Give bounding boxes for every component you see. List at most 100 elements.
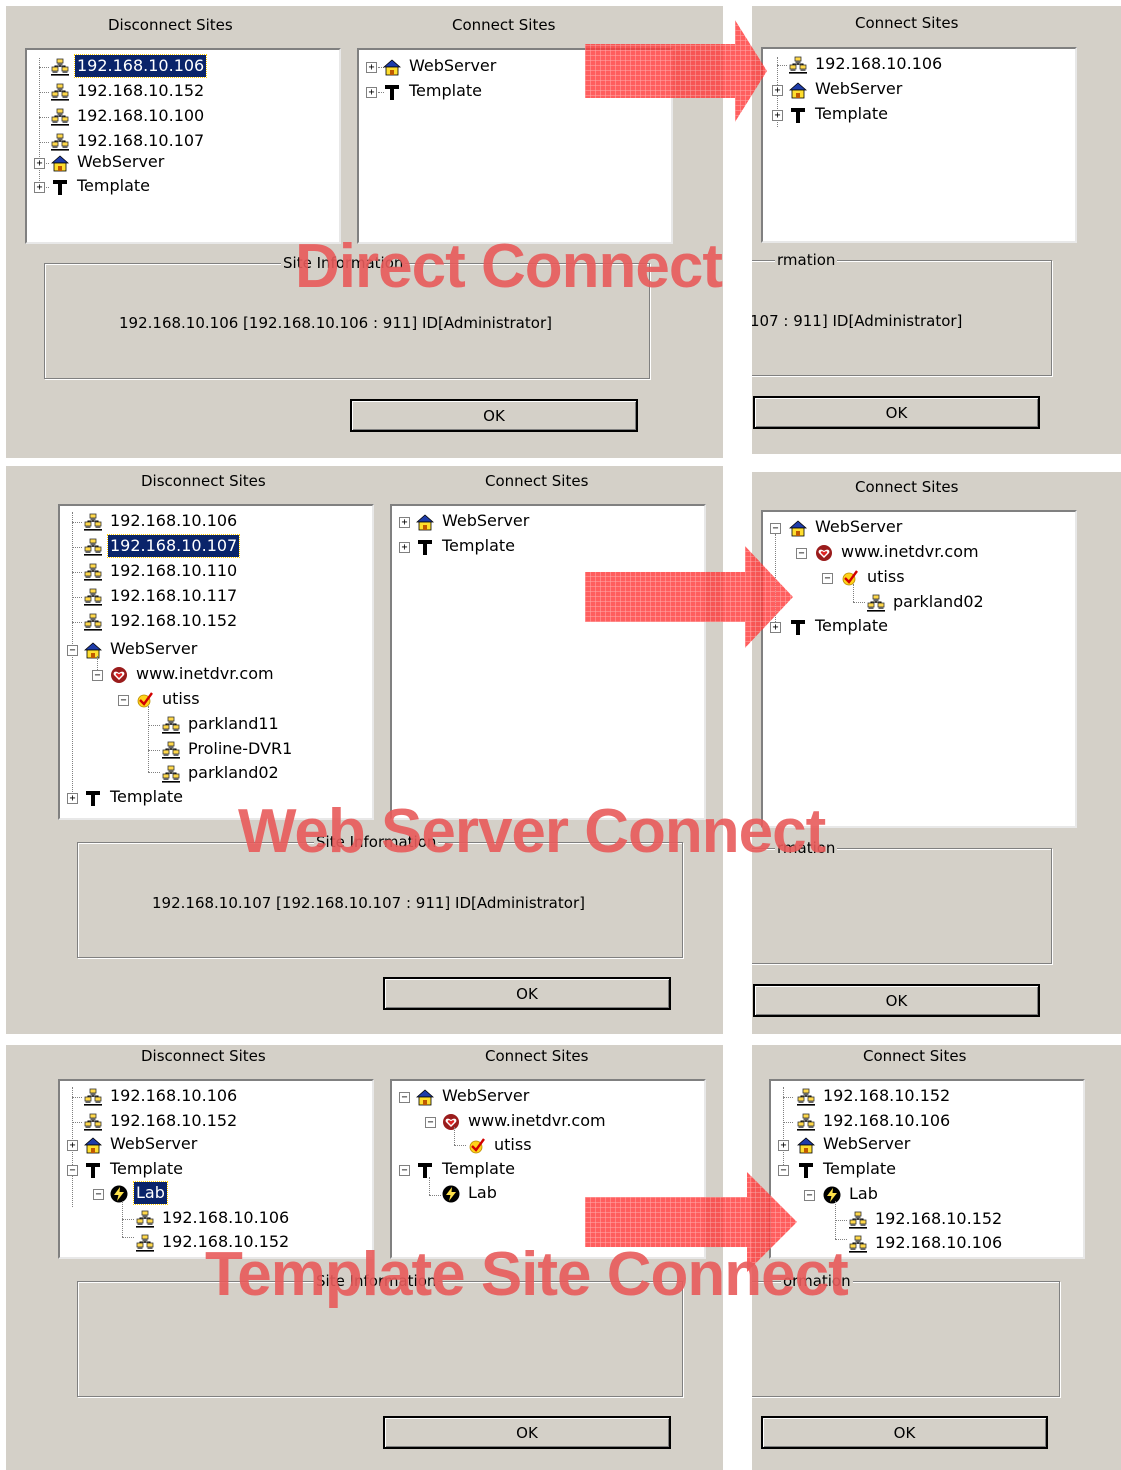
site-information-group: rmation 107 : 911] ID[Administrator] (752, 251, 1052, 376)
computer-network-icon (84, 588, 102, 606)
ok-button[interactable]: OK (350, 399, 638, 432)
collapse-icon[interactable]: − (425, 1117, 436, 1128)
expand-icon[interactable]: + (772, 110, 783, 121)
letter-t-icon (84, 789, 102, 807)
site-information-text: 192.168.10.106 [192.168.10.106 : 911] ID… (119, 314, 552, 332)
computer-network-icon (867, 594, 885, 612)
expand-icon[interactable]: + (399, 517, 410, 528)
dialog-webserver-right: Connect Sites − WebServer − www.inetdvr.… (752, 472, 1121, 1034)
expand-icon[interactable]: + (366, 62, 377, 73)
computer-network-icon (849, 1211, 867, 1229)
disconnect-sites-label: Disconnect Sites (141, 472, 266, 490)
connect-sites-label: Connect Sites (452, 16, 556, 34)
checkmark-icon (468, 1137, 486, 1155)
direct-connect-caption: Direct Connect (295, 232, 723, 301)
house-icon (84, 1136, 102, 1154)
letter-t-icon (797, 1161, 815, 1179)
computer-network-icon (789, 56, 807, 74)
checkmark-icon (841, 569, 859, 587)
house-icon (383, 58, 401, 76)
computer-network-icon (84, 513, 102, 531)
heart-icon (815, 544, 833, 562)
ok-button[interactable]: OK (383, 977, 671, 1010)
computer-network-icon (84, 563, 102, 581)
collapse-icon[interactable]: − (796, 548, 807, 559)
expand-icon[interactable]: + (67, 793, 78, 804)
house-icon (51, 154, 69, 172)
expand-icon[interactable]: + (34, 158, 45, 169)
letter-t-icon (789, 106, 807, 124)
right-arrow-icon (585, 20, 767, 122)
connect-sites-label: Connect Sites (485, 1047, 589, 1065)
collapse-icon[interactable]: − (118, 695, 129, 706)
site-information-label: rmation (775, 251, 838, 269)
connect-sites-label: Connect Sites (855, 14, 959, 32)
computer-network-icon (84, 613, 102, 631)
template-site-connect-caption: Template Site Connect (205, 1240, 849, 1309)
collapse-icon[interactable]: − (822, 573, 833, 584)
computer-network-icon (84, 1113, 102, 1131)
computer-network-icon (84, 1088, 102, 1106)
collapse-icon[interactable]: − (92, 670, 103, 681)
house-icon (797, 1136, 815, 1154)
connect-sites-label: Connect Sites (485, 472, 589, 490)
expand-icon[interactable]: + (34, 182, 45, 193)
right-arrow-icon (585, 546, 793, 648)
checkmark-icon (136, 691, 154, 709)
computer-network-icon (51, 58, 69, 76)
letter-t-icon (383, 83, 401, 101)
web-server-connect-caption: Web Server Connect (238, 797, 826, 866)
disconnect-sites-tree[interactable]: 192.168.10.106 192.168.10.107 192.168.10… (58, 504, 374, 820)
computer-network-icon (51, 83, 69, 101)
lightning-icon (823, 1186, 841, 1204)
computer-network-icon (797, 1113, 815, 1131)
collapse-icon[interactable]: − (399, 1092, 410, 1103)
collapse-icon[interactable]: − (67, 1165, 78, 1176)
connect-sites-label: Connect Sites (863, 1047, 967, 1065)
letter-t-icon (416, 538, 434, 556)
site-information-text: 192.168.10.107 [192.168.10.107 : 911] ID… (152, 894, 585, 912)
house-icon (789, 519, 807, 537)
ok-button[interactable]: OK (753, 984, 1040, 1017)
lightning-icon (442, 1185, 460, 1203)
ok-button[interactable]: OK (761, 1416, 1048, 1449)
computer-network-icon (162, 741, 180, 759)
house-icon (789, 81, 807, 99)
disconnect-sites-tree[interactable]: 192.168.10.106 192.168.10.152 192.168.10… (25, 48, 341, 244)
computer-network-icon (136, 1210, 154, 1228)
site-information-text: 107 : 911] ID[Administrator] (752, 312, 963, 330)
connect-sites-tree[interactable]: 192.168.10.152 192.168.10.106 + WebServe… (769, 1079, 1085, 1259)
collapse-icon[interactable]: − (770, 523, 781, 534)
collapse-icon[interactable]: − (399, 1165, 410, 1176)
lightning-icon (110, 1185, 128, 1203)
computer-network-icon (162, 765, 180, 783)
collapse-icon[interactable]: − (93, 1189, 104, 1200)
collapse-icon[interactable]: − (804, 1190, 815, 1201)
disconnect-sites-label: Disconnect Sites (108, 16, 233, 34)
disconnect-sites-tree[interactable]: 192.168.10.106 192.168.10.152 + WebServe… (58, 1079, 374, 1259)
letter-t-icon (84, 1161, 102, 1179)
letter-t-icon (416, 1161, 434, 1179)
expand-icon[interactable]: + (772, 85, 783, 96)
computer-network-icon (51, 133, 69, 151)
connect-sites-tree[interactable]: 192.168.10.106 + WebServer + Template (761, 47, 1077, 243)
computer-network-icon (797, 1088, 815, 1106)
expand-icon[interactable]: + (366, 87, 377, 98)
house-icon (416, 1088, 434, 1106)
computer-network-icon (162, 716, 180, 734)
computer-network-icon (849, 1235, 867, 1253)
house-icon (84, 641, 102, 659)
expand-icon[interactable]: + (67, 1140, 78, 1151)
computer-network-icon (136, 1234, 154, 1252)
house-icon (416, 513, 434, 531)
letter-t-icon (51, 178, 69, 196)
expand-icon[interactable]: + (399, 542, 410, 553)
expand-icon[interactable]: + (778, 1140, 789, 1151)
ok-button[interactable]: OK (383, 1416, 671, 1449)
computer-network-icon (51, 108, 69, 126)
ok-button[interactable]: OK (753, 396, 1040, 429)
heart-icon (442, 1113, 460, 1131)
connect-sites-tree[interactable]: − WebServer − www.inetdvr.com − utiss pa… (761, 510, 1077, 828)
collapse-icon[interactable]: − (67, 645, 78, 656)
disconnect-sites-label: Disconnect Sites (141, 1047, 266, 1065)
